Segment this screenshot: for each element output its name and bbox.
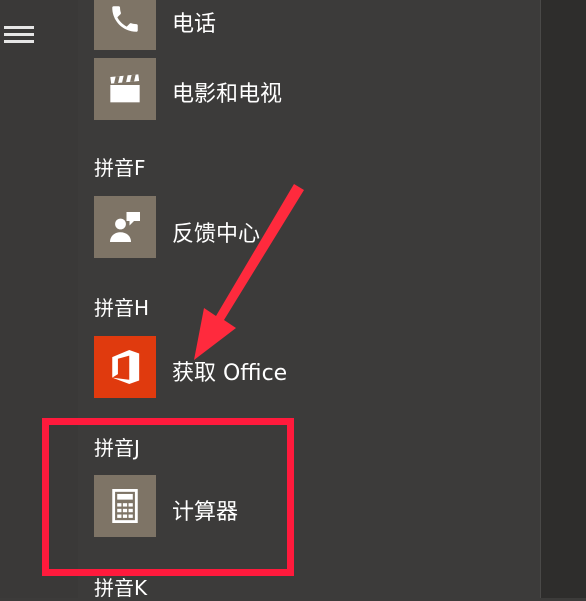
group-header-k[interactable]: 拼音K [94,572,147,601]
office-logo-icon [94,336,156,398]
group-header-f[interactable]: 拼音F [94,152,146,181]
app-label-get-office: 获取 Office [172,361,288,386]
feedback-person-icon [94,196,156,258]
app-label-phone: 电话 [172,12,217,37]
phone-icon [94,0,156,50]
app-label-movies-tv: 电影和电视 [172,82,283,107]
annotation-highlight-box [42,418,294,576]
app-label-feedback-hub: 反馈中心 [172,222,261,247]
clapperboard-icon [94,58,156,120]
group-header-h[interactable]: 拼音H [94,292,149,321]
hamburger-menu-icon[interactable] [4,24,34,46]
scrollbar[interactable] [540,0,586,598]
